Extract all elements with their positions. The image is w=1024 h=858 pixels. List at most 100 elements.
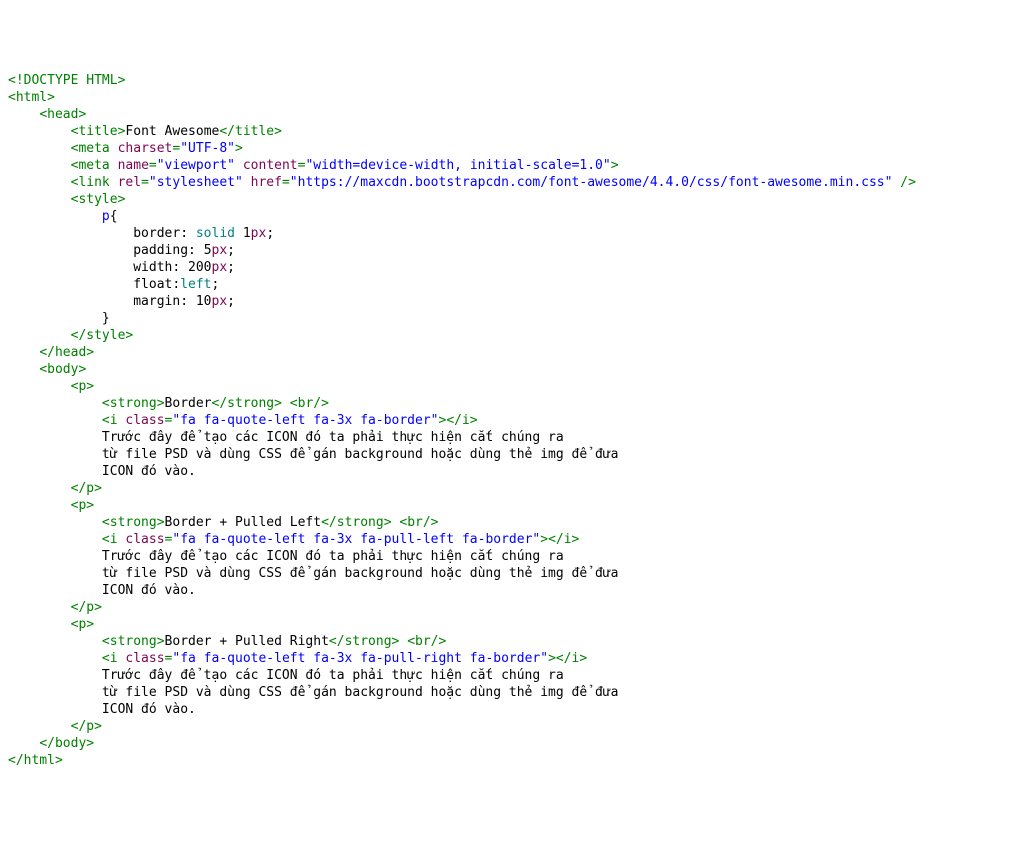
p-open: <p> (71, 498, 94, 513)
attr-name: name (118, 158, 149, 173)
p2-line1: Trước đây để tạo các ICON đó ta phải thự… (102, 549, 564, 564)
strong-close: </strong> (212, 396, 282, 411)
br-tag: <br/> (290, 396, 329, 411)
strong-text: Border (165, 396, 212, 411)
p-open: <p> (71, 617, 94, 632)
p-close: </p> (71, 719, 102, 734)
code-block: <!DOCTYPE HTML> <html> <head> <title>Fon… (8, 72, 1016, 769)
p1-line1: Trước đây để tạo các ICON đó ta phải thự… (102, 430, 564, 445)
rel-val: "stylesheet" (149, 175, 243, 190)
i-close: </i> (548, 532, 579, 547)
doctype: <!DOCTYPE HTML> (8, 73, 125, 88)
eq: = (165, 651, 173, 666)
attr-charset: charset (118, 141, 173, 156)
i-mid: > (540, 532, 548, 547)
i-open: <i (102, 413, 118, 428)
p-close: </p> (71, 481, 102, 496)
strong-open: <strong> (102, 515, 165, 530)
colon: : (188, 243, 204, 258)
css-prop-width: width (133, 260, 172, 275)
eq: = (149, 158, 157, 173)
eq: = (282, 175, 290, 190)
br-tag: <br/> (399, 515, 438, 530)
num: 1 (243, 226, 251, 241)
strong-close: </strong> (329, 634, 399, 649)
href-val: "https://maxcdn.bootstrapcdn.com/font-aw… (290, 175, 893, 190)
num: 10 (196, 294, 212, 309)
link-open: <link (71, 175, 110, 190)
attr-class: class (125, 532, 164, 547)
link-close: /> (892, 175, 915, 190)
style-close: </style> (71, 328, 134, 343)
html-close: </html> (8, 753, 63, 768)
p-close: </p> (71, 600, 102, 615)
class-val: "fa fa-quote-left fa-3x fa-border" (172, 413, 438, 428)
num: 200 (188, 260, 211, 275)
p3-line2: từ file PSD và dùng CSS để gán backgroun… (102, 685, 619, 700)
semicolon: ; (227, 243, 235, 258)
strong-open: <strong> (102, 634, 165, 649)
attr-class: class (125, 413, 164, 428)
css-prop-border: border (133, 226, 180, 241)
meta-open: <meta (71, 141, 110, 156)
css-prop-padding: padding (133, 243, 188, 258)
title-text: Font Awesome (125, 124, 219, 139)
unit-px: px (212, 294, 228, 309)
semicolon: ; (227, 294, 235, 309)
css-prop-margin: margin (133, 294, 180, 309)
meta-close: > (235, 141, 243, 156)
p1-line2: từ file PSD và dùng CSS để gán backgroun… (102, 447, 619, 462)
brace-open: { (110, 209, 118, 224)
unit-px: px (251, 226, 267, 241)
i-close: </i> (556, 651, 587, 666)
num: 5 (204, 243, 212, 258)
attr-class: class (125, 651, 164, 666)
attr-content: content (243, 158, 298, 173)
meta-open: <meta (71, 158, 110, 173)
p1-line3: ICON đó vào. (102, 464, 196, 479)
colon: : (180, 226, 196, 241)
p2-line2: từ file PSD và dùng CSS để gán backgroun… (102, 566, 619, 581)
semicolon: ; (212, 277, 220, 292)
title-open: <title> (71, 124, 126, 139)
colon: : (180, 294, 196, 309)
semicolon: ; (266, 226, 274, 241)
i-mid: > (548, 651, 556, 666)
charset-val: "UTF-8" (180, 141, 235, 156)
unit-px: px (212, 260, 228, 275)
class-val: "fa fa-quote-left fa-3x fa-pull-right fa… (172, 651, 548, 666)
strong-open: <strong> (102, 396, 165, 411)
i-close: </i> (446, 413, 477, 428)
css-kw-left: left (180, 277, 211, 292)
semicolon: ; (227, 260, 235, 275)
style-open: <style> (71, 192, 126, 207)
css-selector: p (102, 209, 110, 224)
head-open: <head> (39, 107, 86, 122)
body-close: </body> (39, 736, 94, 751)
i-open: <i (102, 651, 118, 666)
html-open: <html> (8, 90, 55, 105)
strong-close: </strong> (321, 515, 391, 530)
css-prop-float: float (133, 277, 172, 292)
br-tag: <br/> (407, 634, 446, 649)
p3-line1: Trước đây để tạo các ICON đó ta phải thự… (102, 668, 564, 683)
head-close: </head> (39, 345, 94, 360)
class-val: "fa fa-quote-left fa-3x fa-pull-left fa-… (172, 532, 540, 547)
p-open: <p> (71, 379, 94, 394)
strong-text: Border + Pulled Left (165, 515, 322, 530)
unit-px: px (212, 243, 228, 258)
i-open: <i (102, 532, 118, 547)
meta-close: > (611, 158, 619, 173)
body-open: <body> (39, 362, 86, 377)
css-kw-solid: solid (196, 226, 235, 241)
content-val: "width=device-width, initial-scale=1.0" (305, 158, 610, 173)
colon: : (172, 260, 188, 275)
p3-line3: ICON đó vào. (102, 702, 196, 717)
attr-rel: rel (118, 175, 141, 190)
strong-text: Border + Pulled Right (165, 634, 329, 649)
brace-close: } (102, 311, 110, 326)
title-close: </title> (219, 124, 282, 139)
eq: = (141, 175, 149, 190)
name-val: "viewport" (157, 158, 235, 173)
attr-href: href (251, 175, 282, 190)
